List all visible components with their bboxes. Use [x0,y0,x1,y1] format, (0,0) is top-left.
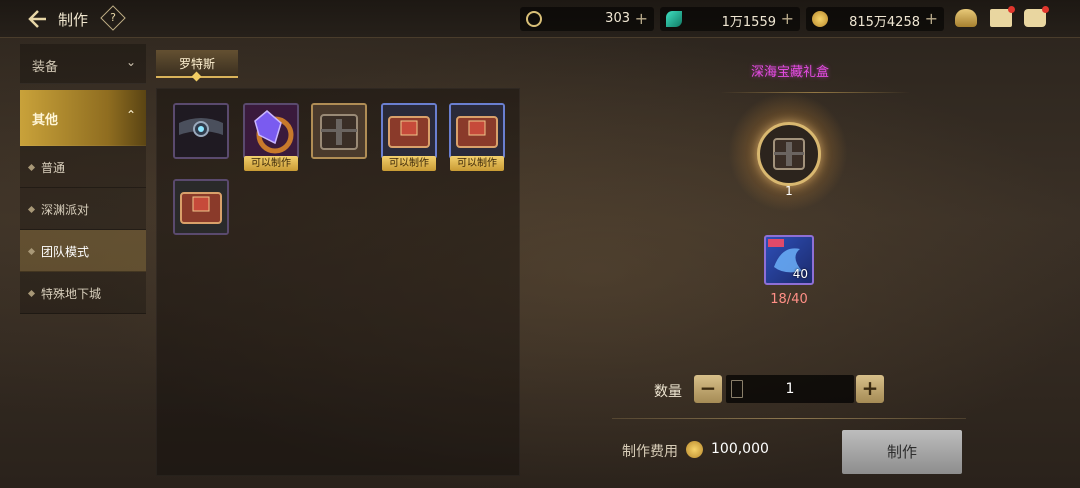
material-progress: 18/40 [770,292,808,307]
quantity-input[interactable]: 1 [726,375,854,403]
currency-gold: 815万4258 + [806,7,944,31]
divider [612,418,966,419]
help-icon: ? [110,11,116,24]
green-gem-icon [666,11,682,27]
currency-gem: 1万1559 + [660,7,800,31]
gold-coin-icon [686,441,703,458]
diamond-bullet-icon [27,247,36,256]
material-required: 40 [792,267,808,281]
output-count: 1 [785,184,793,198]
quantity-plus-button[interactable]: + [856,375,884,403]
output-item-slot[interactable] [757,122,821,186]
recipe-title: 深海宝藏礼盒 [750,65,829,80]
diamond-bullet-icon [27,205,36,214]
item-slot-red-book-box-2[interactable] [449,103,505,159]
diamond-bullet-icon [27,289,36,298]
add-credit-button[interactable]: + [635,9,648,28]
red-book-chest-icon [383,105,435,157]
item-grid-panel: 可以制作 可以制作 可以制作 [156,88,520,476]
title-divider [720,92,910,93]
currency-credit: 303 + [520,7,654,31]
help-button[interactable]: ? [100,5,126,31]
item-slot-treasure-box[interactable] [311,103,367,159]
treasure-chest-icon [773,138,805,170]
gold-coin-icon [812,11,828,27]
subcategory-label: 普通 [41,161,66,175]
craftable-badge: 可以制作 [244,156,298,171]
notification-dot [1042,6,1049,13]
material-slot[interactable]: 40 [764,235,814,285]
currency-credit-value: 303 [605,11,630,26]
chevron-up-icon: ⌃ [125,108,136,122]
category-sidebar: 装备 ⌄ 其他 ⌃ 普通 深渊派对 团队模式 特殊地下城 [20,44,146,314]
craft-button[interactable]: 制作 [842,430,962,474]
chevron-down-icon: ⌄ [125,55,136,69]
fee-label: 制作费用 [622,444,678,460]
add-gem-button[interactable]: + [781,9,794,28]
tab-label: 罗特斯 [178,57,215,71]
quantity-minus-button[interactable]: − [694,375,722,403]
item-slot-ring-gem[interactable] [243,103,299,159]
back-arrow-icon[interactable] [26,9,48,29]
diamond-bullet-icon [27,163,36,172]
mail-icon[interactable] [990,6,1015,27]
subcategory-label: 特殊地下城 [41,287,102,301]
subcategory-label: 团队模式 [41,245,90,259]
subcategory-abyss-party[interactable]: 深渊派对 [20,188,146,230]
category-other[interactable]: 其他 ⌃ [20,90,146,146]
page-title: 制作 [58,11,89,29]
calculator-icon[interactable] [731,380,743,398]
purple-gem-icon [245,105,297,157]
chat-icon[interactable] [1024,6,1049,27]
subcategory-label: 深渊派对 [41,203,90,217]
tab-rotes[interactable]: 罗特斯 [156,50,238,82]
currency-gold-value: 815万4258 [849,15,920,30]
fee-value: 100,000 [711,441,769,457]
notification-dot [1008,6,1015,13]
quantity-label: 数量 [654,384,682,400]
subcategory-special-dungeon[interactable]: 特殊地下城 [20,272,146,314]
tab-indicator-icon [191,71,202,82]
category-equipment[interactable]: 装备 ⌄ [20,44,146,84]
top-bar: 制作 ? 303 + 1万1559 + 815万4258 + [0,0,1080,38]
subcategory-normal[interactable]: 普通 [20,146,146,188]
item-slot-red-book-box-3[interactable] [173,179,229,235]
red-book-chest-icon [175,181,227,233]
treasure-chest-icon [313,105,365,157]
quantity-value: 1 [785,381,795,397]
belt-icon [175,105,227,157]
bag-icon[interactable] [955,9,977,27]
category-label: 其他 [32,113,59,128]
craftable-badge: 可以制作 [382,156,436,171]
add-gold-button[interactable]: + [925,9,938,28]
red-book-chest-icon [451,105,503,157]
subcategory-team-mode[interactable]: 团队模式 [20,230,146,272]
craftable-badge: 可以制作 [450,156,504,171]
category-label: 装备 [32,60,59,75]
credit-coin-icon [526,11,542,27]
currency-gem-value: 1万1559 [721,15,776,30]
item-slot-red-book-box[interactable] [381,103,437,159]
item-slot-belt[interactable] [173,103,229,159]
